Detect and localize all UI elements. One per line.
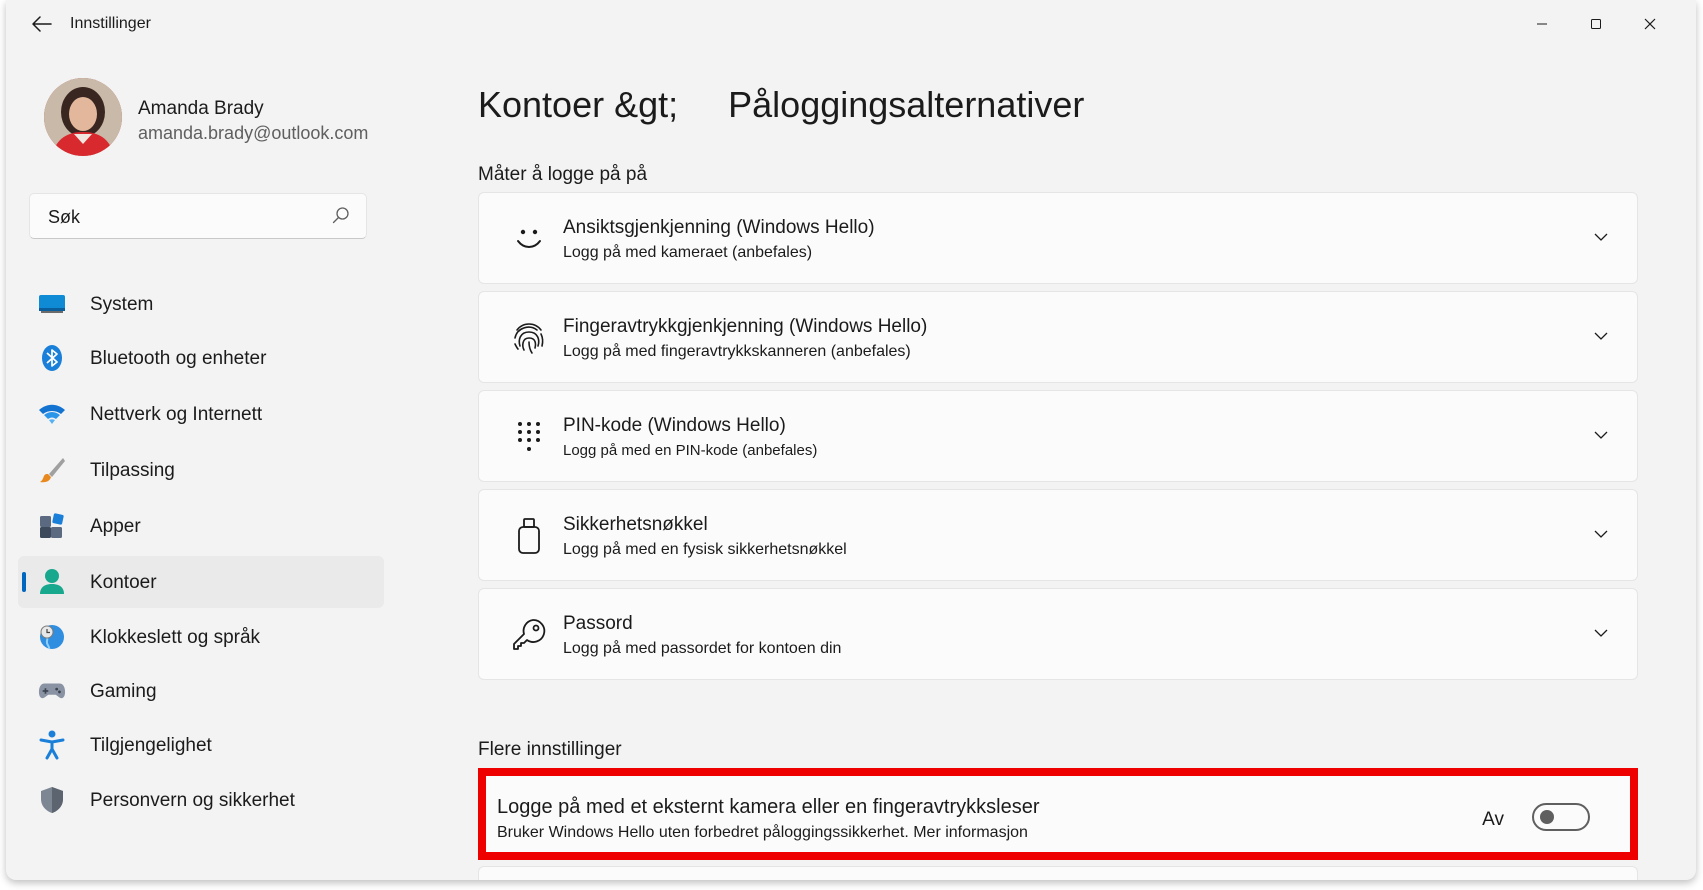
close-button[interactable] bbox=[1628, 6, 1672, 42]
card-title: Sikkerhetsnøkkel bbox=[563, 514, 708, 535]
app-title: Innstillinger bbox=[70, 15, 151, 32]
sidebar-item-label: Personvern og sikkerhet bbox=[90, 790, 295, 811]
sidebar-item-accounts[interactable]: Kontoer bbox=[18, 556, 384, 608]
card-subtitle: Logg på med kameraet (anbefales) bbox=[563, 244, 813, 261]
toggle-knob bbox=[1540, 810, 1554, 824]
external-camera-setting: Logge på med et eksternt kamera eller en… bbox=[478, 768, 1638, 860]
back-button[interactable] bbox=[24, 10, 60, 38]
card-subtitle: Logg på med en fysisk sikkerhetsnøkkel bbox=[563, 541, 847, 558]
gamepad-icon bbox=[38, 677, 66, 705]
fingerprint-icon bbox=[509, 318, 549, 358]
breadcrumb-parent[interactable]: Kontoer &gt; bbox=[478, 84, 678, 126]
sidebar-item-apps[interactable]: Apper bbox=[18, 500, 384, 552]
sidebar-item-label: Kontoer bbox=[90, 572, 157, 593]
card-title: Passord bbox=[563, 613, 633, 634]
sidebar-item-privacy[interactable]: Personvern og sikkerhet bbox=[18, 774, 384, 826]
usb-key-icon bbox=[509, 516, 549, 556]
chevron-down-icon bbox=[1594, 332, 1608, 340]
key-icon bbox=[509, 615, 549, 655]
chevron-down-icon bbox=[1594, 629, 1608, 637]
card-title: Fingeravtrykkgjenkjenning (Windows Hello… bbox=[563, 316, 928, 337]
sidebar-item-label: Bluetooth og enheter bbox=[90, 348, 267, 369]
maximize-icon bbox=[1591, 19, 1601, 29]
active-indicator bbox=[22, 572, 26, 592]
external-camera-toggle[interactable] bbox=[1532, 803, 1590, 831]
profile-name: Amanda Brady bbox=[138, 98, 264, 119]
settings-window: Innstillinger Amanda Brady amanda.brady@… bbox=[6, 0, 1696, 880]
breadcrumb-current: Påloggingsalternativer bbox=[728, 84, 1085, 125]
sidebar-item-label: System bbox=[90, 294, 154, 315]
pin-card[interactable]: PIN-kode (Windows Hello) Logg på med en … bbox=[478, 390, 1638, 482]
sidebar-item-gaming[interactable]: Gaming bbox=[18, 665, 384, 717]
chevron-down-icon bbox=[1594, 530, 1608, 538]
back-arrow-icon bbox=[32, 16, 52, 32]
sidebar-item-time-language[interactable]: Klokkeslett og språk bbox=[18, 611, 384, 663]
setting-title: Logge på med et eksternt kamera eller en… bbox=[497, 796, 1040, 818]
maximize-button[interactable] bbox=[1574, 6, 1618, 42]
face-recognition-card[interactable]: Ansiktsgjenkjenning (Windows Hello) Logg… bbox=[478, 192, 1638, 284]
sidebar-item-label: Tilgjengelighet bbox=[90, 735, 212, 756]
wifi-icon bbox=[38, 400, 66, 428]
card-subtitle: Logg på med passordet for kontoen din bbox=[563, 640, 842, 657]
search-placeholder: Søk bbox=[48, 207, 81, 227]
fingerprint-card[interactable]: Fingeravtrykkgjenkjenning (Windows Hello… bbox=[478, 291, 1638, 383]
card-title: PIN-kode (Windows Hello) bbox=[563, 415, 786, 436]
chevron-down-icon bbox=[1594, 233, 1608, 241]
sign-in-section-header: Måter å logge på på bbox=[478, 164, 648, 185]
sidebar-item-label: Nettverk og Internett bbox=[90, 404, 263, 425]
search-icon bbox=[332, 207, 349, 224]
sidebar-item-personalization[interactable]: Tilpassing bbox=[18, 444, 384, 496]
password-card[interactable]: Passord Logg på med passordet for kontoe… bbox=[478, 588, 1638, 680]
accessibility-icon bbox=[38, 730, 66, 760]
toggle-state-label: Av bbox=[1482, 809, 1504, 830]
sidebar-item-label: Tilpassing bbox=[90, 460, 175, 481]
more-settings-header: Flere innstillinger bbox=[478, 739, 622, 760]
setting-subtitle: Bruker Windows Hello uten forbedret pålo… bbox=[497, 824, 1028, 841]
apps-icon bbox=[38, 512, 66, 540]
chevron-down-icon bbox=[1594, 431, 1608, 439]
avatar-photo bbox=[44, 78, 122, 156]
card-subtitle: Logg på med en PIN-kode (anbefales) bbox=[563, 442, 818, 459]
card-title: Ansiktsgjenkjenning (Windows Hello) bbox=[563, 217, 875, 238]
sidebar-item-accessibility[interactable]: Tilgjengelighet bbox=[18, 719, 384, 771]
avatar[interactable] bbox=[44, 78, 122, 156]
system-icon bbox=[38, 290, 66, 318]
page-title: Kontoer &gt; Påloggingsalternativer bbox=[478, 84, 1084, 126]
search-input[interactable]: Søk bbox=[29, 193, 367, 239]
profile-email: amanda.brady@outlook.com bbox=[138, 123, 369, 143]
face-icon bbox=[509, 219, 549, 259]
close-icon bbox=[1644, 18, 1656, 30]
sidebar-item-bluetooth[interactable]: Bluetooth og enheter bbox=[18, 332, 384, 384]
pin-keypad-icon bbox=[509, 417, 549, 457]
sidebar-item-network[interactable]: Nettverk og Internett bbox=[18, 388, 384, 440]
paintbrush-icon bbox=[38, 456, 66, 484]
next-setting-card[interactable] bbox=[478, 866, 1638, 880]
sidebar-item-label: Klokkeslett og språk bbox=[90, 627, 261, 648]
sidebar-item-label: Gaming bbox=[90, 681, 157, 702]
sidebar-item-system[interactable]: System bbox=[18, 278, 384, 330]
bluetooth-icon bbox=[38, 344, 66, 372]
account-icon bbox=[38, 568, 66, 596]
minimize-icon bbox=[1537, 23, 1547, 25]
security-key-card[interactable]: Sikkerhetsnøkkel Logg på med en fysisk s… bbox=[478, 489, 1638, 581]
globe-clock-icon bbox=[38, 623, 66, 651]
sidebar-item-label: Apper bbox=[90, 516, 141, 537]
shield-icon bbox=[38, 786, 66, 814]
title-bar: Innstillinger bbox=[6, 0, 1696, 48]
minimize-button[interactable] bbox=[1520, 6, 1564, 42]
card-subtitle: Logg på med fingeravtrykkskanneren (anbe… bbox=[563, 343, 911, 360]
